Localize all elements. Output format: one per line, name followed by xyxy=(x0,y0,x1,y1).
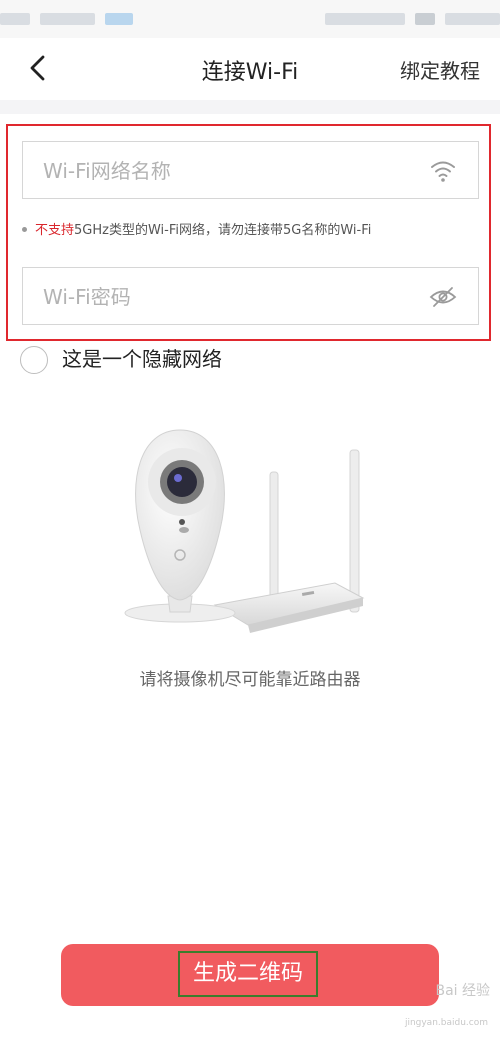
password-input[interactable] xyxy=(41,268,415,326)
note-highlight: 不支持 xyxy=(35,223,75,238)
baidu-watermark-url: jingyan.baidu.com xyxy=(404,1018,488,1028)
status-blur-right-2 xyxy=(415,13,435,25)
password-field[interactable] xyxy=(22,267,479,326)
status-blur-left-3 xyxy=(105,13,133,25)
note-text: 5GHz类型的Wi-Fi网络，请勿连接带5G名称的Wi-Fi xyxy=(74,223,372,238)
eye-off-icon[interactable] xyxy=(428,282,458,312)
ssid-field[interactable] xyxy=(22,141,479,200)
wifi-band-note: 不支持5GHz类型的Wi-Fi网络，请勿连接带5G名称的Wi-Fi xyxy=(22,219,482,238)
ssid-input[interactable] xyxy=(41,142,415,200)
baidu-watermark: Bai 经验 xyxy=(435,983,490,999)
section-divider xyxy=(0,100,500,114)
status-blur-right xyxy=(325,13,405,25)
camera-router-illustration xyxy=(120,420,380,640)
illustration-svg xyxy=(124,429,365,633)
nav-bar: 连接Wi-Fi 绑定教程 xyxy=(0,38,500,100)
generate-qr-label: 生成二维码 xyxy=(178,951,318,997)
status-blur-left xyxy=(0,13,30,25)
tutorial-link[interactable]: 绑定教程 xyxy=(400,55,480,84)
status-bar xyxy=(0,0,500,38)
hidden-network-label: 这是一个隐藏网络 xyxy=(62,347,222,371)
generate-qr-button[interactable]: 生成二维码 xyxy=(61,944,439,1006)
status-blur-right-3 xyxy=(445,13,500,25)
status-blur-left-2 xyxy=(40,13,95,25)
wifi-icon[interactable] xyxy=(428,156,458,186)
hidden-network-radio[interactable] xyxy=(20,346,48,374)
bullet-dot xyxy=(22,227,27,232)
placement-hint: 请将摄像机尽可能靠近路由器 xyxy=(139,670,361,690)
